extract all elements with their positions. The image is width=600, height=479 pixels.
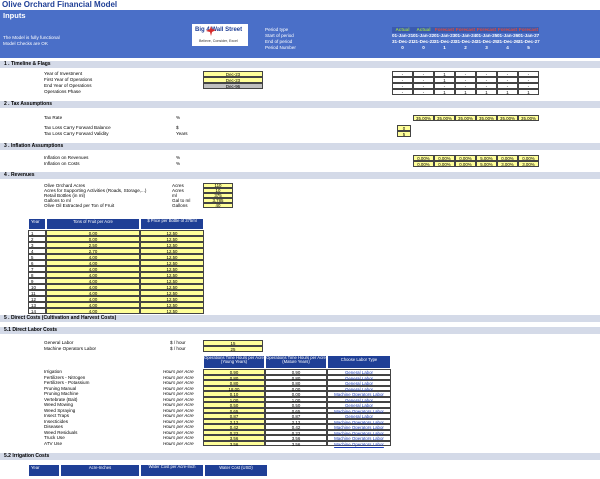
section-tax-title: 2 . Tax Assumptions (4, 101, 53, 107)
input-machine-operators-rate[interactable]: 25 (203, 346, 263, 352)
subsection-direct-labor: 5.1 Direct Labor Costs (0, 327, 600, 334)
labor-activity-label: ATV Use (44, 440, 63, 446)
label-operations-phase: Operations Phase (44, 89, 81, 94)
section-timeline-flags: 1 . Timeline & Flags (0, 61, 600, 68)
section-direct-costs: 5 . Direct Costs (Cultivation and Harves… (0, 315, 600, 322)
timeline-flag-cell: 1 (455, 89, 476, 95)
tax-rate-input[interactable]: 35.00% (455, 115, 476, 121)
section-revenues-title: 4 . Revenues (4, 172, 35, 178)
input-end-year-ops[interactable]: Dec-96 (203, 83, 263, 89)
labor-col-ops-time-mature: Operations Time Hours per Acre (Mature Y… (265, 355, 327, 369)
section-direct-costs-title: 5 . Direct Costs (Cultivation and Harves… (4, 315, 117, 321)
spreadsheet-canvas: Olive Orchard Financial Model Inputs The… (0, 0, 600, 479)
timeline-flag-cell: 1 (434, 89, 455, 95)
timeline-flag-cell: - (413, 89, 434, 95)
labor-col-ops-time-young: Operations Time Hours per Acre (Young Ye… (203, 355, 265, 369)
section-revenues: 4 . Revenues (0, 172, 600, 179)
yield-price-input[interactable]: 12.50 (140, 308, 204, 314)
inflation-cost-input[interactable]: 0.00% (455, 161, 476, 167)
label-inflation-costs: Inflation on Costs (44, 161, 80, 166)
period-number-cell: 2 (464, 45, 467, 50)
yield-tons-input[interactable]: 4.00 (46, 308, 140, 314)
labor-col-labor-type: Choose Labor Type (327, 355, 391, 369)
inflation-cost-input[interactable]: 3.00% (518, 161, 539, 167)
yield-col-price: $ Price per Bottle of 375ml (140, 218, 204, 230)
inflation-cost-input[interactable]: 3.00% (497, 161, 518, 167)
period-number-label: Period Number (265, 45, 296, 50)
tax-rate-input[interactable]: 35.00% (413, 115, 434, 121)
label-tax-rate: Tax Rate (44, 115, 63, 120)
irrigation-col-water-cost-usd: Water Cost (USD) (204, 464, 268, 477)
inflation-cost-input[interactable]: 0.00% (413, 161, 434, 167)
period-number-cell: 4 (506, 45, 509, 50)
revenue-input-value[interactable]: 40 (203, 203, 233, 208)
section-timeline-flags-title: 1 . Timeline & Flags (4, 61, 51, 67)
sheet-name: Inputs (3, 11, 26, 20)
labor-mature-hours-cell: 3.56 (265, 440, 327, 446)
tax-rate-input[interactable]: 35.00% (476, 115, 497, 121)
unit-inflation-costs: % (176, 161, 181, 166)
timeline-flag-cell: - (392, 89, 413, 95)
period-number-cell: 5 (527, 45, 530, 50)
logo-tagline: Believe, Consider, Excel (199, 39, 238, 43)
logo-text: Big 4 Wall Street (195, 27, 243, 33)
inflation-cost-input[interactable]: 0.00% (434, 161, 455, 167)
section-tax-assumptions: 2 . Tax Assumptions (0, 101, 600, 108)
timeline-flag-cell: 1 (497, 89, 518, 95)
label-machine-operators: Machine Operators Labor (44, 346, 97, 351)
model-title: Olive Orchard Financial Model (2, 0, 118, 9)
label-tax-loss-validity: Tax Loss Carry Forward Validity (44, 131, 109, 136)
period-number-cell: 3 (485, 45, 488, 50)
tax-rate-input[interactable]: 35.00% (518, 115, 539, 121)
subsection-direct-labor-title: 5.1 Direct Labor Costs (4, 327, 58, 333)
tax-rate-input[interactable]: 35.00% (497, 115, 518, 121)
bird-logo-icon (206, 26, 216, 36)
timeline-flag-cell: 1 (518, 89, 539, 95)
section-inflation: 3 . Inflation Assumptions (0, 143, 600, 150)
timeline-flag-cell: 1 (476, 89, 497, 95)
yield-col-tons: Tons of Fruit per Acre (46, 218, 140, 230)
yield-col-year: Year (28, 218, 46, 230)
section-inflation-title: 3 . Inflation Assumptions (4, 143, 64, 149)
inflation-cost-input[interactable]: 5.00% (476, 161, 497, 167)
revenue-input-unit: Gallons (172, 203, 188, 208)
period-number-cell: 0 (422, 45, 425, 50)
period-number-cell: 1 (443, 45, 446, 50)
labor-type-value: Machine Operators Labor (334, 441, 384, 447)
yield-year-cell: 14 (28, 308, 46, 314)
subsection-irrigation-title: 5.2 Irrigation Costs (4, 453, 50, 459)
tax-rate-input[interactable]: 35.00% (434, 115, 455, 121)
revenue-input-label: Olive Oil Extracted per Ton of Fruit (44, 203, 115, 208)
unit-tax-loss-validity: Years (176, 131, 188, 136)
period-number-cell: 0 (401, 45, 404, 50)
labor-type-dropdown[interactable]: Machine Operators Labor (327, 440, 391, 447)
unit-machine-operators: $ / hour (170, 346, 186, 351)
irrigation-col-acre-inches: Acre-Inches (60, 464, 140, 477)
input-tax-loss-validity[interactable]: 5 (397, 131, 411, 137)
model-checks-status: Model Checks are OK (3, 41, 48, 46)
labor-unit-label: Hours per Acre (163, 440, 194, 446)
labor-young-hours-input[interactable]: 3.56 (203, 440, 265, 446)
irrigation-col-water-cost-acre: Water Cost per Acre-Inch (140, 464, 204, 477)
subsection-irrigation: 5.2 Irrigation Costs (0, 453, 600, 460)
unit-tax-rate: % (176, 115, 181, 120)
irrigation-col-year: Year (28, 464, 60, 477)
